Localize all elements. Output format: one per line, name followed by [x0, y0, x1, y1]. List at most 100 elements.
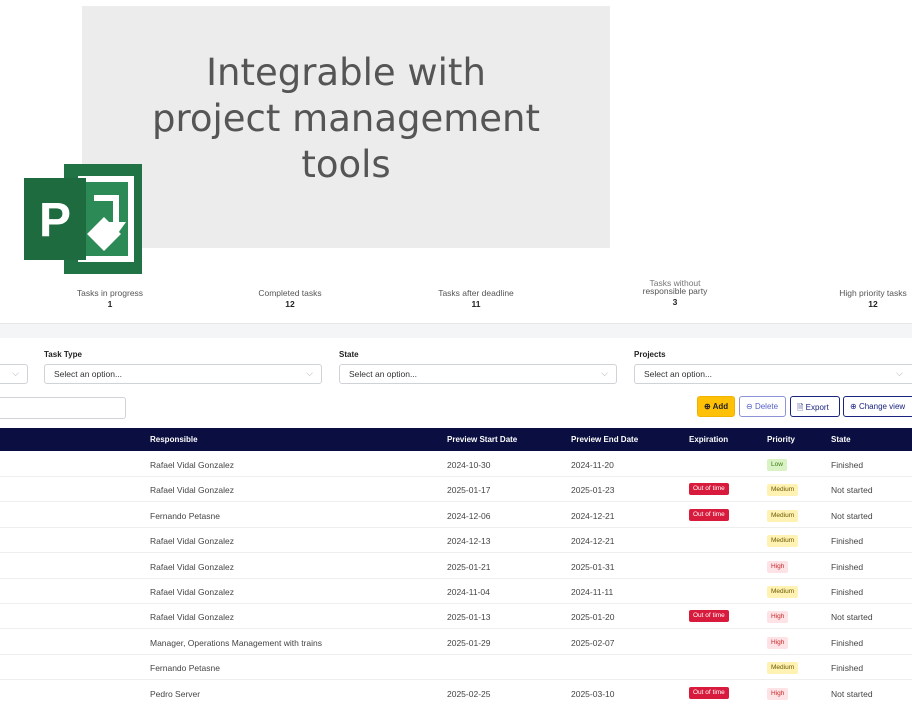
stat-label-top: Tasks without — [649, 278, 701, 286]
cell-end-date: 2025-03-10 — [571, 688, 615, 699]
cell-end-date: 2024-11-20 — [571, 460, 614, 470]
select-placeholder: Select an option... — [644, 369, 713, 379]
promo-line: project management — [151, 97, 541, 140]
stat-value: 3 — [672, 297, 678, 307]
promo-headline: Integrable with project management tools — [82, 50, 610, 188]
cell-responsible: Rafael Vidal Gonzalez — [150, 587, 234, 597]
cell-responsible: Pedro Server — [150, 688, 201, 699]
table-row[interactable]: Rafael Vidal Gonzalez 2024-11-04 2024-11-1… — [0, 579, 912, 604]
cell-start-date: 2025-01-13 — [447, 612, 491, 623]
stat-label: responsible party — [642, 286, 708, 296]
stat-label: Tasks after deadline — [438, 288, 514, 298]
change-view-label: Change view — [858, 402, 906, 411]
cell-start-date: 2025-01-17 — [447, 485, 491, 496]
stat-label: Tasks in progress — [76, 288, 144, 298]
delete-label: Delete — [754, 402, 779, 411]
minus-circle-icon: ⊖ — [746, 402, 753, 411]
priority-badge: High — [767, 636, 789, 649]
table-row[interactable]: Rafael Vidal Gonzalez 2024-10-30 2024-11-2… — [0, 452, 912, 477]
filter-select-cutoff[interactable]: ⌵ — [0, 364, 28, 384]
cell-state: Finished — [831, 587, 864, 597]
stat-value: 11 — [471, 299, 481, 309]
table-row[interactable]: Rafael Vidal Gonzalez 2025-01-17 2025-01-2… — [0, 477, 912, 503]
priority-badge: Low — [767, 459, 787, 471]
cell-state: Finished — [831, 536, 864, 547]
col-header-end-date[interactable]: Preview End Date — [571, 435, 638, 444]
cell-start-date: 2024-11-04 — [447, 587, 490, 597]
chevron-down-icon: ⌵ — [896, 368, 903, 378]
table-row[interactable]: Rafael Vidal Gonzalez 2024-12-13 2024-12-2… — [0, 528, 912, 554]
document-icon: 🗎 — [797, 403, 804, 412]
select-placeholder: Select an option... — [349, 369, 418, 379]
priority-badge: High — [767, 687, 789, 700]
cell-state: Finished — [831, 637, 864, 648]
task-manager-app: Tasks in progress 1 Completed tasks 12 T… — [0, 0, 912, 704]
table-row[interactable]: Fernando Petasne Medium Finished — [0, 655, 912, 681]
col-header-state[interactable]: State — [831, 435, 851, 444]
table-row[interactable]: Pedro Server 2025-02-25 2025-03-10 Out of t… — [0, 681, 912, 704]
table-row[interactable]: Fernando Petasne 2024-12-06 2024-12-21 Out … — [0, 503, 912, 528]
cell-state: Not started — [831, 688, 873, 699]
cell-state: Finished — [831, 561, 864, 572]
table-row[interactable]: Rafael Vidal Gonzalez 2025-01-13 2025-01-2… — [0, 604, 912, 630]
search-input[interactable] — [0, 397, 126, 419]
logo-letter: P — [39, 194, 71, 247]
stat-value: 1 — [107, 299, 113, 309]
priority-badge: Medium — [767, 586, 799, 598]
cell-responsible: Fernando Petasne — [150, 510, 220, 521]
cell-responsible: Manager, Operations Management with trai… — [150, 637, 322, 648]
cell-start-date: 2024-12-13 — [447, 536, 491, 547]
change-view-button[interactable]: ⊕ Change view — [843, 396, 912, 417]
stat-label: Completed tasks — [258, 288, 322, 298]
cell-start-date: 2024-12-06 — [447, 510, 491, 521]
chevron-down-icon: ⌵ — [12, 368, 19, 378]
col-header-priority[interactable]: Priority — [767, 435, 795, 444]
select-placeholder: Select an option... — [54, 369, 123, 379]
stat-value: 12 — [285, 299, 295, 309]
col-header-expiration[interactable]: Expiration — [689, 435, 728, 444]
cell-state: Not started — [831, 612, 873, 623]
priority-badge: High — [767, 611, 789, 624]
cell-responsible: Rafael Vidal Gonzalez — [150, 536, 234, 547]
filter-label-task-type: Task Type — [44, 350, 82, 359]
filter-label-state: State — [339, 350, 359, 359]
delete-button[interactable]: ⊖ Delete — [739, 396, 786, 417]
export-button[interactable]: 🗎 Export — [790, 396, 840, 417]
ms-project-logo-icon: P — [24, 164, 142, 274]
chevron-down-icon: ⌵ — [601, 368, 608, 378]
cell-end-date: 2025-02-07 — [571, 637, 615, 648]
export-label: Export — [805, 403, 829, 412]
view-toggle-icon: ⊕ — [850, 402, 857, 411]
cell-start-date: 2024-10-30 — [447, 460, 491, 470]
chevron-down-icon: ⌵ — [306, 368, 313, 378]
task-type-select[interactable]: Select an option... ⌵ — [44, 364, 322, 384]
state-select[interactable]: Select an option... ⌵ — [339, 364, 617, 384]
priority-badge: Medium — [767, 509, 799, 522]
col-header-responsible[interactable]: Responsible — [150, 435, 198, 444]
promo-banner: Integrable with project management tools — [82, 6, 610, 248]
cell-start-date: 2025-01-29 — [447, 637, 491, 648]
projects-select[interactable]: Select an option... ⌵ — [634, 364, 912, 384]
table-row[interactable]: Rafael Vidal Gonzalez 2025-01-21 2025-01-3… — [0, 554, 912, 579]
cell-end-date: 2025-01-23 — [571, 485, 615, 496]
cell-state: Not started — [831, 510, 873, 521]
expiration-badge: Out of time — [689, 686, 729, 699]
add-button[interactable]: ⊕ Add — [697, 396, 735, 417]
cell-responsible: Rafael Vidal Gonzalez — [150, 612, 234, 623]
cell-state: Not started — [831, 485, 873, 496]
cell-end-date: 2025-01-20 — [571, 612, 615, 623]
cell-end-date: 2024-12-21 — [571, 510, 615, 521]
cell-end-date: 2024-11-11 — [571, 587, 614, 597]
cell-end-date: 2025-01-31 — [571, 561, 615, 572]
promo-line: Integrable with — [206, 51, 486, 94]
col-header-start-date[interactable]: Preview Start Date — [447, 435, 517, 444]
cell-end-date: 2024-12-21 — [571, 536, 615, 547]
cell-state: Finished — [831, 460, 864, 470]
priority-badge: High — [767, 560, 789, 573]
expiration-badge: Out of time — [689, 610, 729, 623]
promo-line: tools — [301, 143, 391, 186]
priority-badge: Medium — [767, 484, 799, 497]
stat-value: 12 — [868, 299, 878, 309]
table-row[interactable]: Manager, Operations Management with trai… — [0, 630, 912, 655]
filter-label-projects: Projects — [634, 350, 666, 359]
